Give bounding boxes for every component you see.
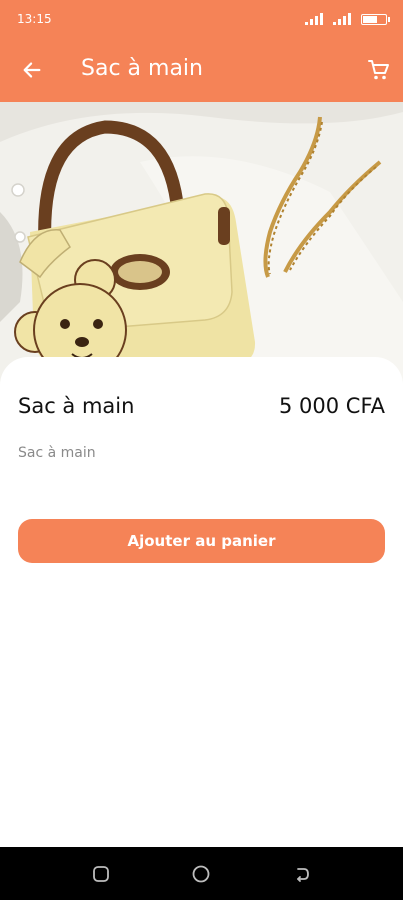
cart-button[interactable] [365, 56, 393, 84]
product-description: Sac à main [18, 445, 96, 461]
signal-icon [305, 13, 327, 25]
back-button[interactable] [18, 56, 46, 84]
product-details-card: Sac à main 5 000 CFA Sac à main Ajouter … [0, 357, 403, 847]
product-name: Sac à main [18, 394, 135, 418]
system-back-button[interactable] [290, 862, 314, 886]
arrow-left-icon [23, 62, 41, 78]
page-title: Sac à main [81, 56, 203, 81]
add-to-cart-button[interactable]: Ajouter au panier [18, 519, 385, 563]
status-bar: 13:15 [0, 0, 403, 38]
shopping-cart-icon [368, 60, 389, 80]
recents-button[interactable] [89, 862, 113, 886]
home-button[interactable] [189, 862, 213, 886]
status-icons [305, 12, 390, 26]
recents-icon [93, 866, 109, 882]
product-price: 5 000 CFA [279, 394, 385, 418]
system-navigation-bar [0, 847, 403, 900]
signal-icon [333, 13, 355, 25]
app-bar: Sac à main [0, 38, 403, 102]
back-icon [297, 868, 309, 882]
battery-icon [361, 13, 390, 25]
home-icon [192, 865, 210, 883]
status-time: 13:15 [17, 12, 52, 26]
